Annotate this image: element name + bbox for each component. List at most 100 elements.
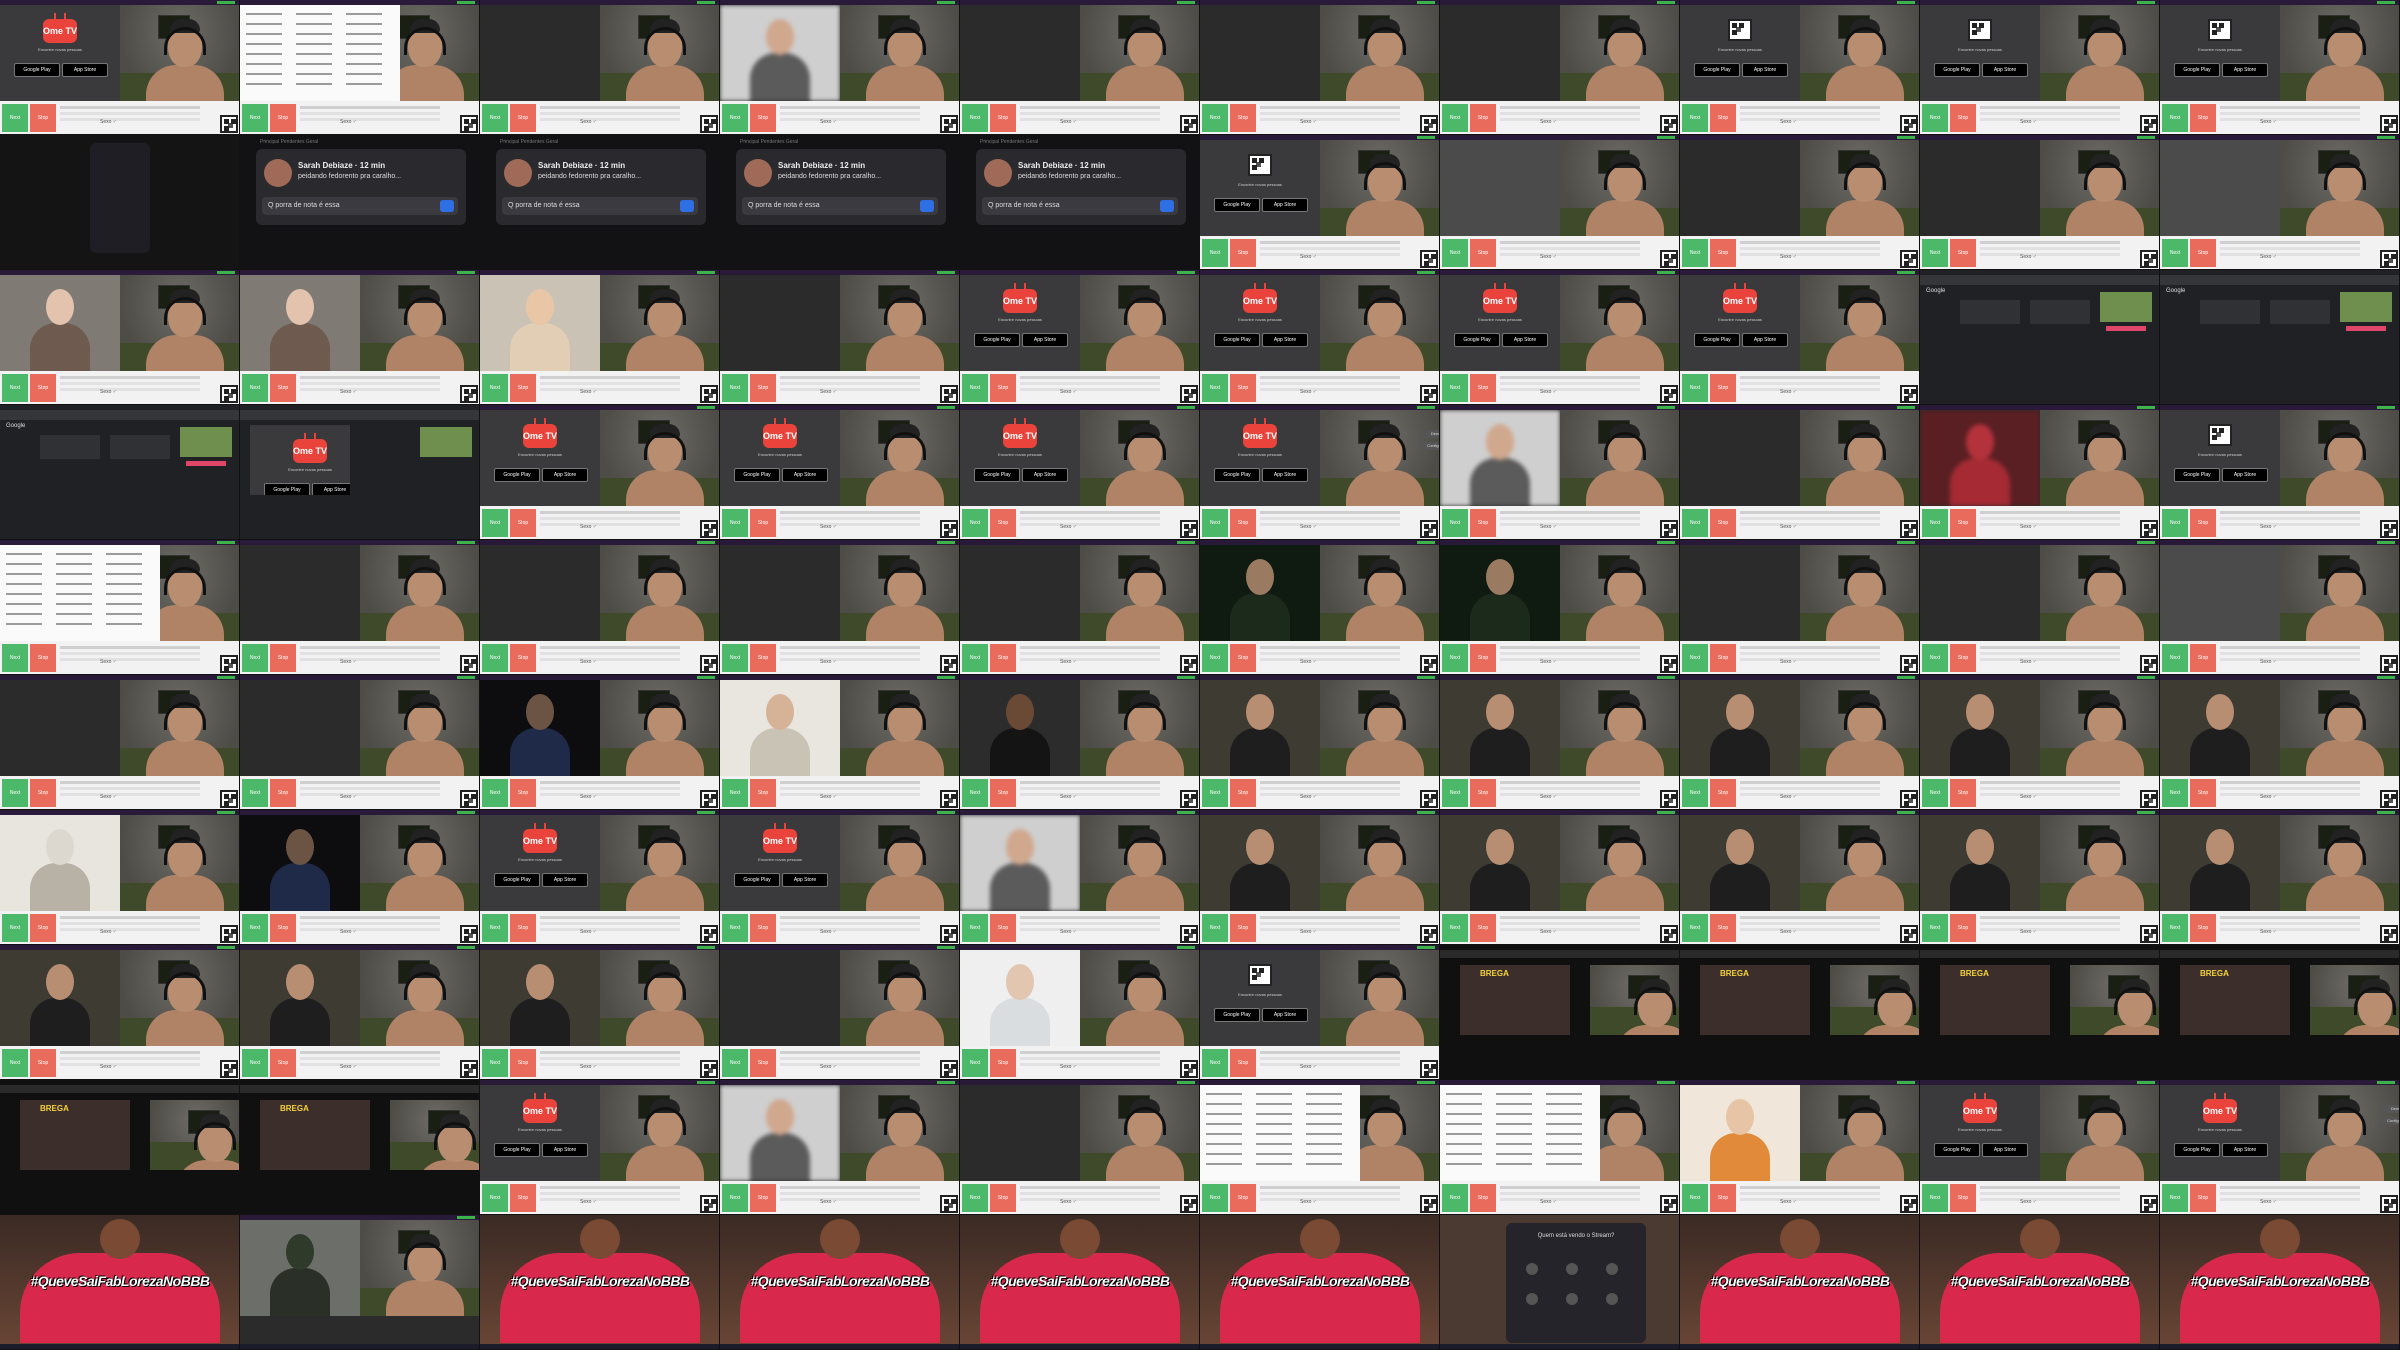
menu-item[interactable] — [56, 623, 92, 625]
player-toolbar[interactable] — [1680, 950, 1919, 958]
menu-item[interactable] — [296, 73, 332, 75]
next-button[interactable]: Next — [482, 509, 508, 537]
gender-filter[interactable]: Sexo ♂ — [580, 1199, 597, 1205]
next-button[interactable]: Next — [1442, 509, 1468, 537]
menu-item[interactable] — [1206, 1093, 1242, 1095]
send-icon[interactable] — [1160, 200, 1174, 212]
gender-filter[interactable]: Sexo ♂ — [820, 119, 837, 125]
stop-button[interactable]: Stop — [1230, 104, 1256, 132]
menu-item[interactable] — [296, 33, 332, 35]
next-button[interactable]: Next — [2, 779, 28, 807]
menu-item[interactable] — [346, 73, 382, 75]
notification-card[interactable]: Sarah Debiaze · 12 min peidando fedorento… — [496, 149, 706, 225]
next-button[interactable]: Next — [1682, 509, 1708, 537]
menu-item[interactable] — [1446, 1123, 1482, 1125]
menu-item[interactable] — [106, 593, 142, 595]
next-button[interactable]: Next — [1682, 239, 1708, 267]
stop-button[interactable]: Stop — [990, 509, 1016, 537]
gender-filter[interactable]: Sexo ♂ — [1060, 389, 1077, 395]
app-store-badge[interactable]: App Store — [1262, 333, 1308, 347]
next-button[interactable]: Next — [2162, 1184, 2188, 1212]
stop-button[interactable]: Stop — [270, 914, 296, 942]
menu-item[interactable] — [1306, 1093, 1342, 1095]
menu-item[interactable] — [1446, 1133, 1482, 1135]
app-store-badge[interactable]: App Store — [1502, 333, 1548, 347]
gender-filter[interactable]: Sexo ♂ — [1300, 929, 1317, 935]
menu-item[interactable] — [246, 73, 282, 75]
stop-button[interactable]: Stop — [1230, 779, 1256, 807]
stop-button[interactable]: Stop — [1710, 374, 1736, 402]
app-store-badge[interactable]: App Store — [2222, 1143, 2268, 1157]
next-button[interactable]: Next — [242, 104, 268, 132]
stop-button[interactable]: Stop — [1470, 1184, 1496, 1212]
viewer-avatar-icon[interactable] — [1566, 1293, 1578, 1305]
gender-filter[interactable]: Sexo ♂ — [100, 1064, 117, 1070]
stop-button[interactable]: Stop — [1950, 1184, 1976, 1212]
gender-filter[interactable]: Sexo ♂ — [1300, 119, 1317, 125]
gender-filter[interactable]: Sexo ♂ — [100, 929, 117, 935]
gender-filter[interactable]: Sexo ♂ — [1540, 254, 1557, 260]
search-result-box[interactable] — [40, 435, 100, 459]
player-toolbar[interactable] — [2160, 950, 2399, 958]
gender-filter[interactable]: Sexo ♂ — [580, 119, 597, 125]
next-button[interactable]: Next — [1202, 1049, 1228, 1077]
stop-button[interactable]: Stop — [1230, 374, 1256, 402]
gender-filter[interactable]: Sexo ♂ — [580, 659, 597, 665]
gender-filter[interactable]: Sexo ♂ — [2020, 524, 2037, 530]
gender-filter[interactable]: Sexo ♂ — [100, 794, 117, 800]
menu-item[interactable] — [56, 603, 92, 605]
menu-item[interactable] — [1546, 1163, 1582, 1165]
menu-item[interactable] — [246, 33, 282, 35]
gender-filter[interactable]: Sexo ♂ — [1300, 794, 1317, 800]
notification-card[interactable]: Sarah Debiaze · 12 min peidando fedorento… — [736, 149, 946, 225]
menu-item[interactable] — [56, 563, 92, 565]
reply-input[interactable]: Q porra de nota é essa — [502, 197, 698, 215]
stop-button[interactable]: Stop — [510, 1184, 536, 1212]
next-button[interactable]: Next — [242, 779, 268, 807]
stop-button[interactable]: Stop — [1470, 509, 1496, 537]
gender-filter[interactable]: Sexo ♂ — [820, 659, 837, 665]
gender-filter[interactable]: Sexo ♂ — [820, 389, 837, 395]
next-button[interactable]: Next — [482, 374, 508, 402]
gender-filter[interactable]: Sexo ♂ — [580, 794, 597, 800]
gender-filter[interactable]: Sexo ♂ — [1780, 524, 1797, 530]
stop-button[interactable]: Stop — [1710, 1184, 1736, 1212]
menu-item[interactable] — [246, 53, 282, 55]
search-result-box[interactable] — [2200, 300, 2260, 324]
gender-filter[interactable]: Sexo ♂ — [1300, 389, 1317, 395]
stop-button[interactable]: Stop — [30, 104, 56, 132]
next-button[interactable]: Next — [1922, 1184, 1948, 1212]
next-button[interactable]: Next — [1202, 914, 1228, 942]
menu-item[interactable] — [246, 63, 282, 65]
stop-button[interactable]: Stop — [510, 374, 536, 402]
stop-button[interactable]: Stop — [1470, 104, 1496, 132]
gender-filter[interactable]: Sexo ♂ — [1060, 794, 1077, 800]
gender-filter[interactable]: Sexo ♂ — [340, 1064, 357, 1070]
viewer-avatar-icon[interactable] — [1606, 1263, 1618, 1275]
gender-filter[interactable]: Sexo ♂ — [1540, 119, 1557, 125]
next-button[interactable]: Next — [242, 1049, 268, 1077]
notification-tabs[interactable]: Principal Pendentes Geral — [740, 139, 798, 145]
gender-filter[interactable]: Sexo ♂ — [580, 929, 597, 935]
menu-item[interactable] — [56, 573, 92, 575]
report-button[interactable]: Denunciar — [1420, 430, 1439, 438]
viewer-avatar-icon[interactable] — [1566, 1263, 1578, 1275]
menu-item[interactable] — [346, 33, 382, 35]
menu-item[interactable] — [346, 43, 382, 45]
menu-item[interactable] — [1256, 1113, 1292, 1115]
next-button[interactable]: Next — [722, 1049, 748, 1077]
menu-item[interactable] — [6, 613, 42, 615]
gender-filter[interactable]: Sexo ♂ — [1780, 1199, 1797, 1205]
menu-item[interactable] — [106, 573, 142, 575]
gender-filter[interactable]: Sexo ♂ — [2260, 524, 2277, 530]
gender-filter[interactable]: Sexo ♂ — [1060, 929, 1077, 935]
reply-input[interactable]: Q porra de nota é essa — [742, 197, 938, 215]
stop-button[interactable]: Stop — [270, 104, 296, 132]
menu-item[interactable] — [296, 53, 332, 55]
app-store-badge[interactable]: App Store — [782, 873, 828, 887]
next-button[interactable]: Next — [1682, 104, 1708, 132]
stop-button[interactable]: Stop — [750, 374, 776, 402]
menu-item[interactable] — [1496, 1123, 1532, 1125]
gender-filter[interactable]: Sexo ♂ — [2260, 929, 2277, 935]
menu-item[interactable] — [106, 583, 142, 585]
